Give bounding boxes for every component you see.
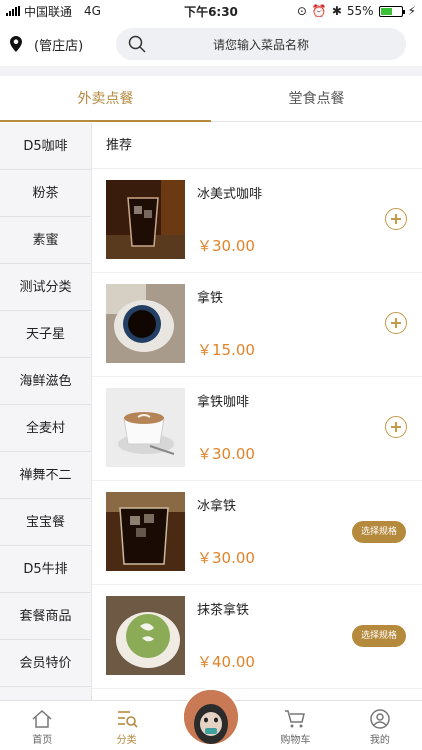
search-input[interactable]: 请您输入菜品名称 <box>116 28 406 60</box>
product-item[interactable]: 抹茶拿铁 ￥40.00 选择规格 <box>92 585 422 689</box>
product-image <box>106 596 185 675</box>
category-sidebar: D5咖啡 粉茶 素蜜 测试分类 天子星 海鲜滋色 全麦村 禅舞不二 宝宝餐 D5… <box>0 123 92 700</box>
nav-label: 购物车 <box>280 735 311 746</box>
product-price: ￥30.00 <box>197 237 255 255</box>
product-price: ￥15.00 <box>197 341 255 359</box>
battery-fill <box>380 7 392 15</box>
product-item[interactable]: 拿铁 ￥15.00 <box>92 273 422 377</box>
category-item[interactable]: 海鲜滋色 <box>0 358 91 405</box>
category-item[interactable]: 粉茶 <box>0 170 91 217</box>
product-name: 拿铁 <box>197 291 224 306</box>
category-item[interactable]: 全麦村 <box>0 405 91 452</box>
nav-label: 分类 <box>116 735 137 746</box>
top-bar: (管庄店) 请您输入菜品名称 <box>0 22 422 66</box>
product-image <box>106 388 185 467</box>
nav-cart[interactable]: 购物车 <box>253 701 337 750</box>
store-name: (管庄店) <box>34 38 84 54</box>
product-price: ￥40.00 <box>197 653 255 671</box>
add-to-cart-button[interactable] <box>385 416 407 438</box>
cart-icon <box>285 710 306 728</box>
product-image <box>106 492 185 571</box>
add-to-cart-button[interactable] <box>385 312 407 334</box>
user-icon <box>370 709 390 729</box>
tab-delivery[interactable]: 外卖点餐 <box>0 76 211 122</box>
product-item[interactable]: 拿铁咖啡 ￥30.00 <box>92 377 422 481</box>
product-price: ￥30.00 <box>197 549 255 567</box>
nav-category[interactable]: 分类 <box>84 701 168 750</box>
nav-label: 我的 <box>369 735 390 746</box>
product-name: 抹茶拿铁 <box>197 603 250 618</box>
status-time: 下午6:30 <box>184 4 238 19</box>
category-item[interactable]: 宝宝餐 <box>0 499 91 546</box>
product-list: 推荐 冰美式咖啡 ￥30.00 拿铁 ￥15.00 拿铁咖啡 ￥30.00 冰拿… <box>92 123 422 700</box>
order-tabs: 外卖点餐 堂食点餐 <box>0 76 422 122</box>
category-item[interactable]: 禅舞不二 <box>0 452 91 499</box>
category-item[interactable]: 会员特价 <box>0 640 91 687</box>
category-item[interactable]: D5牛排 <box>0 546 91 593</box>
category-item[interactable]: 测试分类 <box>0 264 91 311</box>
select-spec-button[interactable]: 选择规格 <box>351 521 406 543</box>
product-name: 拿铁咖啡 <box>197 395 250 410</box>
product-image <box>106 284 185 363</box>
store-selector[interactable]: (管庄店) <box>0 35 83 54</box>
product-price: ￥30.00 <box>197 445 255 463</box>
product-item[interactable]: 冰美式咖啡 ￥30.00 <box>92 169 422 273</box>
product-name: 冰美式咖啡 <box>197 187 263 202</box>
nav-profile[interactable]: 我的 <box>338 701 422 750</box>
mascot-avatar[interactable] <box>182 688 240 746</box>
category-item[interactable]: D5咖啡 <box>0 123 91 170</box>
nav-label: 首页 <box>32 735 53 746</box>
add-to-cart-button[interactable] <box>385 208 407 230</box>
section-title: 推荐 <box>92 123 422 169</box>
category-item[interactable]: 天子星 <box>0 311 91 358</box>
product-image <box>106 180 185 259</box>
category-item[interactable]: 素蜜 <box>0 217 91 264</box>
battery-icon <box>378 5 405 17</box>
search-placeholder: 请您输入菜品名称 <box>212 37 309 52</box>
tab-dine-in[interactable]: 堂食点餐 <box>211 76 422 121</box>
product-item[interactable]: 冰拿铁 ￥30.00 选择规格 <box>92 481 422 585</box>
select-spec-button[interactable]: 选择规格 <box>351 625 406 647</box>
category-icon <box>117 711 138 728</box>
category-item[interactable]: 套餐商品 <box>0 593 91 640</box>
location-pin-icon <box>10 36 22 52</box>
home-icon <box>32 709 52 728</box>
nav-home[interactable]: 首页 <box>0 701 84 750</box>
product-name: 冰拿铁 <box>197 499 237 514</box>
status-bar: 中国联通 4G 下午6:30 ⊙ ⏰ ✱ 55% ⚡ <box>0 0 422 22</box>
divider <box>0 66 422 76</box>
